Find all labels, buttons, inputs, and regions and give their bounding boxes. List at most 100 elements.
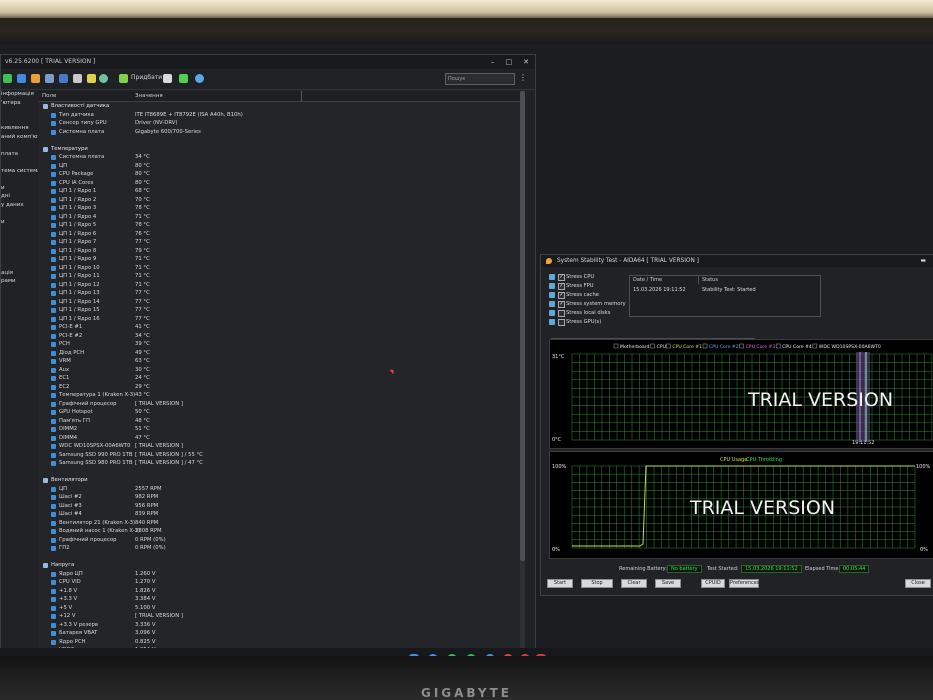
table-row[interactable]: ЦП 1 / Ядро 12 71 °C	[39, 281, 524, 290]
sidebar-item[interactable]: у даних	[1, 202, 38, 211]
buy-label[interactable]: Придбати	[131, 74, 162, 81]
sidebar-item[interactable]	[1, 108, 38, 117]
sidebar-item[interactable]: аний комп'юте	[1, 134, 38, 143]
table-row[interactable]: Тип датчика ITE IT8689E + IT8792E (ISA A4…	[39, 111, 524, 120]
stress-checkbox[interactable]	[558, 310, 565, 317]
sidebar-item[interactable]	[1, 142, 38, 151]
table-row[interactable]: Samsung SSD 990 PRO 1TB[ TRIAL VERSION ]…	[39, 451, 524, 460]
table-row[interactable]: Температура 1 (Kraken X-3) 43 °C	[39, 391, 524, 400]
table-row[interactable]: ЦП 2557 RPM	[39, 485, 524, 494]
legend-checkbox[interactable]	[775, 343, 781, 349]
table-row[interactable]: EC2 29 °C	[39, 383, 524, 392]
minimize-icon[interactable]: –	[491, 58, 495, 66]
table-row[interactable]: Графічний процесор 0 RPM (0%)	[39, 536, 524, 545]
memory-icon[interactable]	[73, 74, 82, 83]
table-row[interactable]: ЦП 1 / Ядро 16 77 °C	[39, 315, 524, 324]
legend-checkbox[interactable]	[702, 343, 708, 349]
search-icon[interactable]	[195, 74, 204, 83]
table-row[interactable]: +3.3 V 3.384 V	[39, 595, 524, 604]
more-options-icon[interactable]: ⋮	[519, 73, 527, 82]
table-row[interactable]: PCH 39 °C	[39, 340, 524, 349]
section-row[interactable]: Вентилятори	[39, 476, 524, 485]
sidebar-item[interactable]	[1, 227, 38, 236]
table-row[interactable]: DIMM2 51 °C	[39, 425, 524, 434]
table-row[interactable]: ЦП 1 / Ядро 8 79 °C	[39, 247, 524, 256]
table-row[interactable]: Діод PCH 49 °C	[39, 349, 524, 358]
table-row[interactable]: ЦП 1 / Ядро 13 77 °C	[39, 289, 524, 298]
table-row[interactable]: ЦП 1 / Ядро 1 68 °C	[39, 187, 524, 196]
table-row[interactable]: Батарея VBAT 3.096 V	[39, 629, 524, 638]
table-row[interactable]: DIMM4 47 °C	[39, 434, 524, 443]
search-input[interactable]: Пошук	[445, 73, 515, 85]
table-row[interactable]: ЦП 1 / Ядро 9 71 °C	[39, 255, 524, 264]
table-row[interactable]: +5 V 5.100 V	[39, 604, 524, 613]
sidebar-item[interactable]: и	[1, 219, 38, 228]
sidebar-item[interactable]: и	[1, 185, 38, 194]
table-row[interactable]: ЦП 1 / Ядро 7 77 °C	[39, 238, 524, 247]
sidebar-item[interactable]	[1, 236, 38, 245]
close-button[interactable]: Close	[905, 579, 931, 588]
table-row[interactable]: CPU IA Cores 80 °C	[39, 179, 524, 188]
cpuid-button[interactable]: CPUID	[701, 579, 725, 588]
table-row[interactable]	[39, 553, 524, 562]
sidebar-item[interactable]	[1, 117, 38, 126]
table-row[interactable]: EC1 24 °C	[39, 374, 524, 383]
legend-checkbox[interactable]	[613, 343, 619, 349]
start-button[interactable]: Start	[547, 579, 573, 588]
table-row[interactable]: Системна плата Gigabyte 600/700-Series	[39, 128, 524, 137]
computer-icon[interactable]	[17, 74, 26, 83]
table-row[interactable]: ЦП 1 / Ядро 2 70 °C	[39, 196, 524, 205]
benchmark-icon[interactable]	[87, 74, 96, 83]
section-row[interactable]: Напруга	[39, 561, 524, 570]
table-row[interactable]: Сенсор типу GPU Driver (NV-DRV)	[39, 119, 524, 128]
sidebar-item[interactable]: ацiя	[1, 270, 38, 279]
report-icon[interactable]	[3, 74, 12, 83]
legend-checkbox[interactable]	[812, 343, 818, 349]
table-row[interactable]: Пам'ять ГП 48 °C	[39, 417, 524, 426]
sidebar-item[interactable]: 'ютера	[1, 100, 38, 109]
table-row[interactable]: ЦП 1 / Ядро 4 71 °C	[39, 213, 524, 222]
table-row[interactable]: ЦП 1 / Ядро 10 71 °C	[39, 264, 524, 273]
stress-checkbox[interactable]: ✓	[558, 274, 565, 281]
table-row[interactable]: ЦП 1 / Ядро 14 77 °C	[39, 298, 524, 307]
table-row[interactable]: ЦП 1 / Ядро 11 71 °C	[39, 272, 524, 281]
table-row[interactable]: ЦП 1 / Ядро 3 78 °C	[39, 204, 524, 213]
table-row[interactable]: CPU VID 1.270 V	[39, 578, 524, 587]
table-row[interactable]: Шасі #4 839 RPM	[39, 510, 524, 519]
scrollbar-thumb[interactable]	[520, 91, 525, 561]
table-row[interactable]: CPU Package 80 °C	[39, 170, 524, 179]
close-icon[interactable]: ✕	[523, 58, 529, 66]
column-header-field[interactable]: Поле	[42, 93, 56, 99]
stress-checkbox[interactable]: ✓	[558, 283, 565, 290]
save-button[interactable]: Save	[655, 579, 681, 588]
sidebar-item[interactable]: дні	[1, 193, 38, 202]
network-icon[interactable]	[59, 74, 68, 83]
sidebar-item[interactable]	[1, 176, 38, 185]
download-icon[interactable]	[179, 74, 188, 83]
stop-button[interactable]: Stop	[581, 579, 613, 588]
stress-checkbox[interactable]: ✓	[558, 301, 565, 308]
tools-icon[interactable]	[163, 74, 172, 83]
table-row[interactable]: +1.8 V 1.826 V	[39, 587, 524, 596]
sidebar-item[interactable]	[1, 253, 38, 262]
flame-icon[interactable]	[31, 74, 40, 83]
buy-icon[interactable]	[119, 74, 128, 83]
section-row[interactable]: Властивості датчика	[39, 102, 524, 111]
table-row[interactable]: Ядро PCH 0.825 V	[39, 638, 524, 647]
table-row[interactable]: GPU Hotspot 50 °C	[39, 408, 524, 417]
table-row[interactable]: Aux 30 °C	[39, 366, 524, 375]
stability-close-icon[interactable]: ▬	[921, 255, 926, 267]
sidebar-item[interactable]	[1, 210, 38, 219]
stress-checkbox[interactable]	[558, 319, 565, 326]
table-row[interactable]: VRM 63 °C	[39, 357, 524, 366]
table-row[interactable]: Вентилятор 21 (Kraken X-3) 840 RPM	[39, 519, 524, 528]
table-row[interactable]: Шасі #2 982 RPM	[39, 493, 524, 502]
sidebar-item[interactable]: інформація	[1, 91, 38, 100]
legend-checkbox[interactable]	[650, 343, 655, 349]
user-icon[interactable]	[45, 74, 54, 83]
sidebar-item[interactable]: плата	[1, 151, 38, 160]
table-row[interactable]: +12 V [ TRIAL VERSION ]	[39, 612, 524, 621]
refresh-icon[interactable]	[99, 74, 108, 83]
table-row[interactable]	[39, 136, 524, 145]
table-row[interactable]: Водяний насос 1 (Kraken X-3) 2808 RPM	[39, 527, 524, 536]
